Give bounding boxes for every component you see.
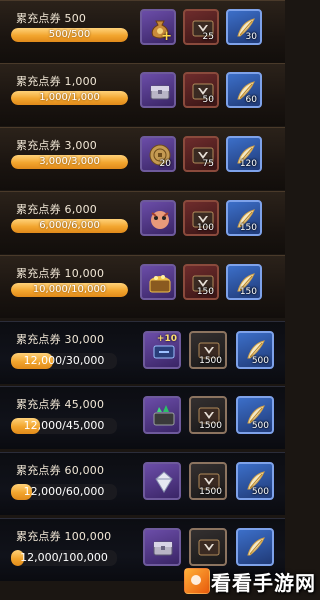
reward-tier-row: 累充点券 45,000 12,000/45,000 1500 500 <box>0 386 285 449</box>
wolf-crest-chest-icon[interactable]: 1500 <box>189 462 227 500</box>
jade-chest-icon[interactable] <box>143 396 181 434</box>
money-bag-icon[interactable]: + <box>140 9 176 45</box>
plus-icon: + <box>161 29 172 44</box>
golden-wing-feather-icon[interactable]: 150 <box>226 200 262 236</box>
progress-text: 12,000/45,000 <box>23 419 105 432</box>
progress-text: 3,000/3,000 <box>39 156 100 167</box>
wolf-crest-chest-icon[interactable]: 100 <box>183 200 219 236</box>
golden-wing-feather-icon[interactable]: 500 <box>236 396 274 434</box>
wolf-crest-chest-icon[interactable]: 25 <box>183 9 219 45</box>
golden-wing-feather-icon[interactable]: 500 <box>236 462 274 500</box>
progress-bar: 10,000/10,000 <box>11 283 128 297</box>
progress-bar: 12,000/45,000 <box>11 418 117 434</box>
reward-tier-row: 累充点券 10,000 10,000/10,000 150 150 <box>0 255 285 318</box>
progress-bar: 12,000/30,000 <box>11 353 117 369</box>
progress-text: 12,000/60,000 <box>23 485 105 498</box>
progress-bar: 12,000/100,000 <box>11 550 117 566</box>
wolf-crest-chest-icon[interactable]: 150 <box>183 264 219 300</box>
item-count: 30 <box>245 32 257 42</box>
tier-threshold-label: 累充点券 1,000 <box>16 75 97 88</box>
tier-threshold-label: 累充点券 45,000 <box>16 398 105 411</box>
progress-text: 500/500 <box>48 29 91 40</box>
tier-threshold-label: 累充点券 6,000 <box>16 203 97 216</box>
item-count: 60 <box>245 95 257 105</box>
progress-text: 12,000/100,000 <box>20 551 108 564</box>
enhance-level-badge: +10 <box>156 334 177 344</box>
progress-bar: 500/500 <box>11 28 128 42</box>
reward-tier-row: 累充点券 60,000 12,000/60,000 1500 500 <box>0 452 285 515</box>
progress-text: 12,000/30,000 <box>23 354 105 367</box>
wolf-crest-chest-icon[interactable] <box>189 528 227 566</box>
item-count: 1500 <box>199 487 222 497</box>
reward-tier-row: 累充点券 6,000 6,000/6,000 100 150 <box>0 191 285 254</box>
golden-wing-feather-icon[interactable] <box>236 528 274 566</box>
reward-tier-row: 累充点券 1,000 1,000/1,000 50 60 <box>0 63 285 126</box>
item-count: 500 <box>251 421 269 431</box>
tier-threshold-label: 累充点券 100,000 <box>16 530 112 543</box>
item-count: 50 <box>202 95 214 105</box>
pet-creature-icon[interactable] <box>140 200 176 236</box>
silver-chest-icon[interactable] <box>140 72 176 108</box>
item-count: 120 <box>239 159 257 169</box>
item-count: 500 <box>251 487 269 497</box>
tier-threshold-label: 累充点券 60,000 <box>16 464 105 477</box>
progress-bar: 12,000/60,000 <box>11 484 117 500</box>
item-count: 1500 <box>199 421 222 431</box>
wolf-crest-chest-icon[interactable]: 1500 <box>189 331 227 369</box>
tier-threshold-label: 累充点券 10,000 <box>16 267 105 280</box>
upgrade-scroll-icon[interactable]: +10 <box>143 331 181 369</box>
tier-threshold-label: 累充点券 3,000 <box>16 139 97 152</box>
progress-text: 6,000/6,000 <box>39 220 100 231</box>
wolf-crest-chest-icon[interactable]: 1500 <box>189 396 227 434</box>
item-count: 25 <box>202 32 214 42</box>
progress-text: 10,000/10,000 <box>32 284 107 295</box>
item-count: 150 <box>239 223 257 233</box>
golden-wing-feather-icon[interactable]: 500 <box>236 331 274 369</box>
progress-text: 1,000/1,000 <box>39 92 100 103</box>
watermark-logo-icon <box>184 568 210 594</box>
golden-wing-feather-icon[interactable]: 60 <box>226 72 262 108</box>
silver-chest-icon[interactable] <box>143 528 181 566</box>
watermark-text: 看看手游网 <box>211 571 316 595</box>
cumulative-recharge-panel: 累充点券 500 500/500 +25 30 累充点券 1,000 1,000/1,00… <box>0 0 285 600</box>
bronze-coin-icon[interactable]: 20 <box>140 136 176 172</box>
item-count: 100 <box>196 223 214 233</box>
item-count: 75 <box>202 159 214 169</box>
item-count: 500 <box>251 356 269 366</box>
diamond-gem-icon[interactable] <box>143 462 181 500</box>
item-count: 150 <box>196 287 214 297</box>
golden-wing-feather-icon[interactable]: 30 <box>226 9 262 45</box>
wolf-crest-chest-icon[interactable]: 50 <box>183 72 219 108</box>
progress-bar: 1,000/1,000 <box>11 91 128 105</box>
item-count: 150 <box>239 287 257 297</box>
progress-bar: 6,000/6,000 <box>11 219 128 233</box>
golden-wing-feather-icon[interactable]: 120 <box>226 136 262 172</box>
golden-wing-feather-icon[interactable]: 150 <box>226 264 262 300</box>
wolf-crest-chest-icon[interactable]: 75 <box>183 136 219 172</box>
tier-threshold-label: 累充点券 30,000 <box>16 333 105 346</box>
reward-tier-row: 累充点券 3,000 3,000/3,000 20 75 120 <box>0 127 285 190</box>
reward-tier-row: 累充点券 30,000 12,000/30,000 +10 1500 500 <box>0 321 285 384</box>
reward-tier-row: 累充点券 500 500/500 +25 30 <box>0 0 285 63</box>
item-count: 1500 <box>199 356 222 366</box>
item-count: 20 <box>159 159 171 169</box>
gold-treasure-chest-icon[interactable] <box>140 264 176 300</box>
progress-bar: 3,000/3,000 <box>11 155 128 169</box>
tier-threshold-label: 累充点券 500 <box>16 12 87 25</box>
